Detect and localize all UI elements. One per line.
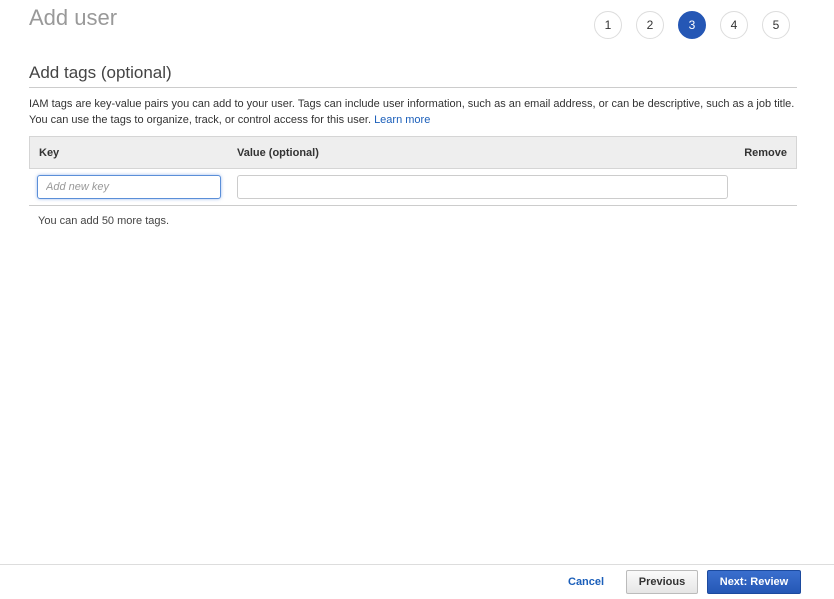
section-title: Add tags (optional)	[29, 63, 172, 82]
section-divider	[29, 87, 797, 88]
step-4[interactable]: 4	[720, 11, 748, 39]
step-5[interactable]: 5	[762, 11, 790, 39]
tags-remaining-text: You can add 50 more tags.	[38, 215, 170, 227]
column-header-value: Value (optional)	[237, 146, 319, 159]
step-2[interactable]: 2	[636, 11, 664, 39]
learn-more-link[interactable]: Learn more	[374, 114, 430, 126]
table-header: Key Value (optional) Remove	[29, 136, 797, 169]
tag-key-input[interactable]	[37, 175, 221, 199]
next-review-button[interactable]: Next: Review	[707, 570, 801, 594]
step-3[interactable]: 3	[678, 11, 706, 39]
cancel-button[interactable]: Cancel	[558, 570, 614, 594]
tag-value-input[interactable]	[237, 175, 728, 199]
page-title: Add user	[29, 5, 118, 30]
footer-divider	[0, 564, 834, 565]
previous-button[interactable]: Previous	[626, 570, 698, 594]
step-1[interactable]: 1	[594, 11, 622, 39]
column-header-key: Key	[39, 146, 60, 159]
column-header-remove: Remove	[744, 146, 787, 159]
tags-table: Key Value (optional) Remove	[29, 136, 797, 206]
wizard-steps: 1 2 3 4 5	[594, 11, 790, 39]
section-description: IAM tags are key-value pairs you can add…	[29, 96, 797, 128]
table-row	[29, 169, 797, 206]
